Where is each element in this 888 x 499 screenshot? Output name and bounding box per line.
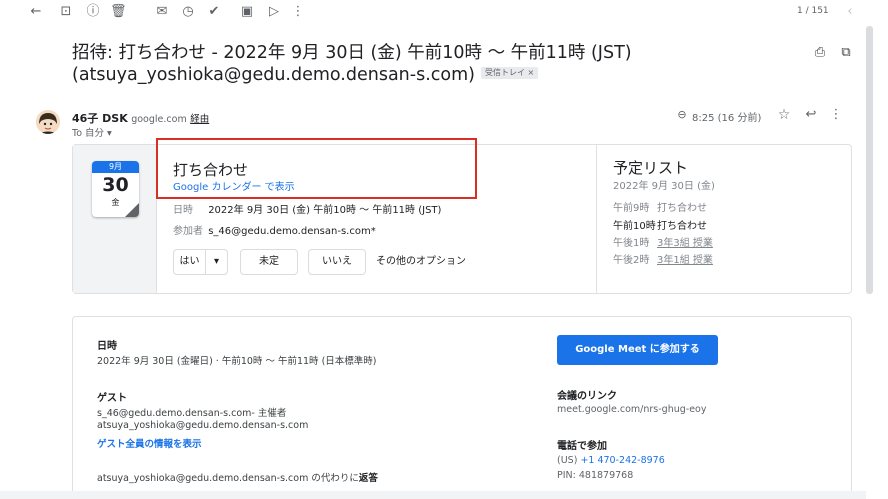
- join-google-meet-button[interactable]: Google Meet に参加する: [557, 335, 718, 365]
- sender-line: 46子 DSK google.com 経由: [72, 110, 209, 126]
- agenda-item: 午後2時 3年1組 授業: [613, 251, 713, 266]
- rsvp-yes-dropdown[interactable]: ▾: [205, 249, 228, 275]
- more-options-link[interactable]: その他のオプション: [376, 249, 466, 275]
- reply-on-behalf: atsuya_yoshioka@gedu.demo.densan-s.com の…: [97, 470, 378, 484]
- rsvp-maybe-button[interactable]: 未定: [240, 249, 298, 275]
- reply-on-behalf-text: atsuya_yoshioka@gedu.demo.densan-s.com の…: [97, 473, 359, 484]
- agenda-item-time: 午後1時: [613, 238, 650, 249]
- agenda-item-title[interactable]: 3年1組 授業: [657, 255, 713, 266]
- phone-pin: PIN: 481879768: [557, 470, 634, 481]
- phone-country: (US): [557, 455, 578, 466]
- sender-domain: google.com: [131, 114, 187, 125]
- calendar-month: 9月: [92, 161, 139, 173]
- more-options-icon[interactable]: ⋮: [290, 5, 306, 21]
- chevron-left-icon[interactable]: ‹: [842, 5, 858, 21]
- label-icon[interactable]: ▷: [266, 5, 282, 21]
- report-spam-icon[interactable]: ⓘ: [85, 5, 101, 21]
- meeting-link[interactable]: meet.google.com/nrs-ghug-eoy: [557, 404, 706, 415]
- agenda-item-title: 打ち合わせ: [657, 221, 707, 232]
- event-when-row: 日時 2022年 9月 30日 (金) 午前10時 〜 午前11時 (JST): [173, 201, 441, 216]
- agenda-item-title[interactable]: 3年3組 授業: [657, 238, 713, 249]
- email-subject: 招待: 打ち合わせ - 2022年 9月 30日 (金) 午前10時 〜 午前1…: [72, 42, 632, 86]
- details-guest: atsuya_yoshioka@gedu.demo.densan-s.com: [97, 420, 309, 431]
- details-guests-heading: ゲスト: [97, 393, 127, 404]
- phone-join-heading: 電話で参加: [557, 441, 607, 452]
- reply-icon[interactable]: ↩: [803, 108, 819, 124]
- print-icon[interactable]: ⎙: [812, 46, 828, 62]
- attachment-icon: ⊖: [677, 108, 687, 121]
- open-new-window-icon[interactable]: ⧉: [838, 46, 854, 62]
- event-when-value: 2022年 9月 30日 (金) 午前10時 〜 午前11時 (JST): [208, 205, 442, 216]
- sender-name[interactable]: 46子 DSK: [72, 112, 128, 125]
- inbox-label-chip[interactable]: 受信トレイ ×: [480, 67, 539, 79]
- snooze-icon[interactable]: ◷: [180, 5, 196, 21]
- bottom-fade: [0, 491, 866, 499]
- calendar-page-fold: [125, 203, 139, 217]
- avatar[interactable]: [36, 110, 60, 134]
- recipient-dropdown[interactable]: To 自分 ▾: [72, 125, 112, 139]
- agenda-item: 午後1時 3年3組 授業: [613, 234, 713, 249]
- agenda-date: 2022年 9月 30日 (金): [613, 181, 715, 192]
- event-guests-row: 参加者 s_46@gedu.demo.densan-s.com*: [173, 222, 376, 237]
- agenda-item-time: 午前10時: [613, 221, 656, 232]
- agenda-item-current: 午前10時打ち合わせ: [613, 217, 707, 232]
- scrollbar-thumb[interactable]: [866, 26, 873, 294]
- phone-line: (US) +1 470-242-8976: [557, 455, 665, 466]
- agenda-panel: 予定リスト 2022年 9月 30日 (金) 午前9時 打ち合わせ 午前10時打ち…: [596, 145, 852, 293]
- avatar-illustration: [36, 110, 60, 134]
- phone-number-link[interactable]: +1 470-242-8976: [580, 455, 664, 466]
- calendar-date-icon: 9月 30 金: [92, 161, 139, 217]
- move-to-icon[interactable]: ▣: [239, 5, 255, 21]
- mark-unread-icon[interactable]: ✉: [154, 5, 170, 21]
- highlight-box: [156, 138, 477, 199]
- rsvp-no-button[interactable]: いいえ: [308, 249, 366, 275]
- details-when-heading: 日時: [97, 341, 117, 352]
- event-guests-label: 参加者: [173, 226, 203, 237]
- message-time: 8:25 (16 分前): [692, 113, 762, 124]
- back-arrow-icon[interactable]: ←: [28, 5, 44, 21]
- details-when-value: 2022年 9月 30日 (金曜日) · 午前10時 〜 午前11時 (日本標準…: [97, 356, 377, 367]
- agenda-title: 予定リスト: [613, 159, 689, 177]
- agenda-item: 午前9時 打ち合わせ: [613, 199, 707, 214]
- subject-line-2: (atsuya_yoshioka@gedu.demo.densan-s.com): [72, 65, 475, 85]
- star-icon[interactable]: ☆: [776, 108, 792, 124]
- archive-icon[interactable]: ⊡: [58, 5, 74, 21]
- agenda-item-time: 午後2時: [613, 255, 650, 266]
- agenda-item-title: 打ち合わせ: [657, 203, 707, 214]
- show-all-guests-link[interactable]: ゲスト全員の情報を表示: [97, 436, 202, 450]
- via-link[interactable]: 経由: [190, 114, 209, 125]
- event-when-label: 日時: [173, 205, 193, 216]
- reply-link[interactable]: 返答: [359, 473, 378, 484]
- calendar-side-panel: 9月 30 金: [73, 145, 157, 293]
- rsvp-yes-button[interactable]: はい: [173, 249, 205, 275]
- meeting-link-heading: 会議のリンク: [557, 391, 617, 402]
- subject-line-1: 招待: 打ち合わせ - 2022年 9月 30日 (金) 午前10時 〜 午前1…: [72, 43, 632, 63]
- delete-icon[interactable]: 🗑: [110, 5, 127, 21]
- event-details-card: 日時 2022年 9月 30日 (金曜日) · 午前10時 〜 午前11時 (日…: [72, 316, 852, 499]
- message-more-icon[interactable]: ⋮: [828, 108, 844, 124]
- add-task-icon[interactable]: ✔: [206, 5, 222, 21]
- event-guests-value[interactable]: s_46@gedu.demo.densan-s.com*: [208, 226, 376, 237]
- calendar-day: 30: [102, 174, 129, 196]
- agenda-item-time: 午前9時: [613, 203, 650, 214]
- details-guest-organizer: s_46@gedu.demo.densan-s.com- 主催者: [97, 408, 287, 419]
- page-count: 1 / 151: [797, 6, 829, 16]
